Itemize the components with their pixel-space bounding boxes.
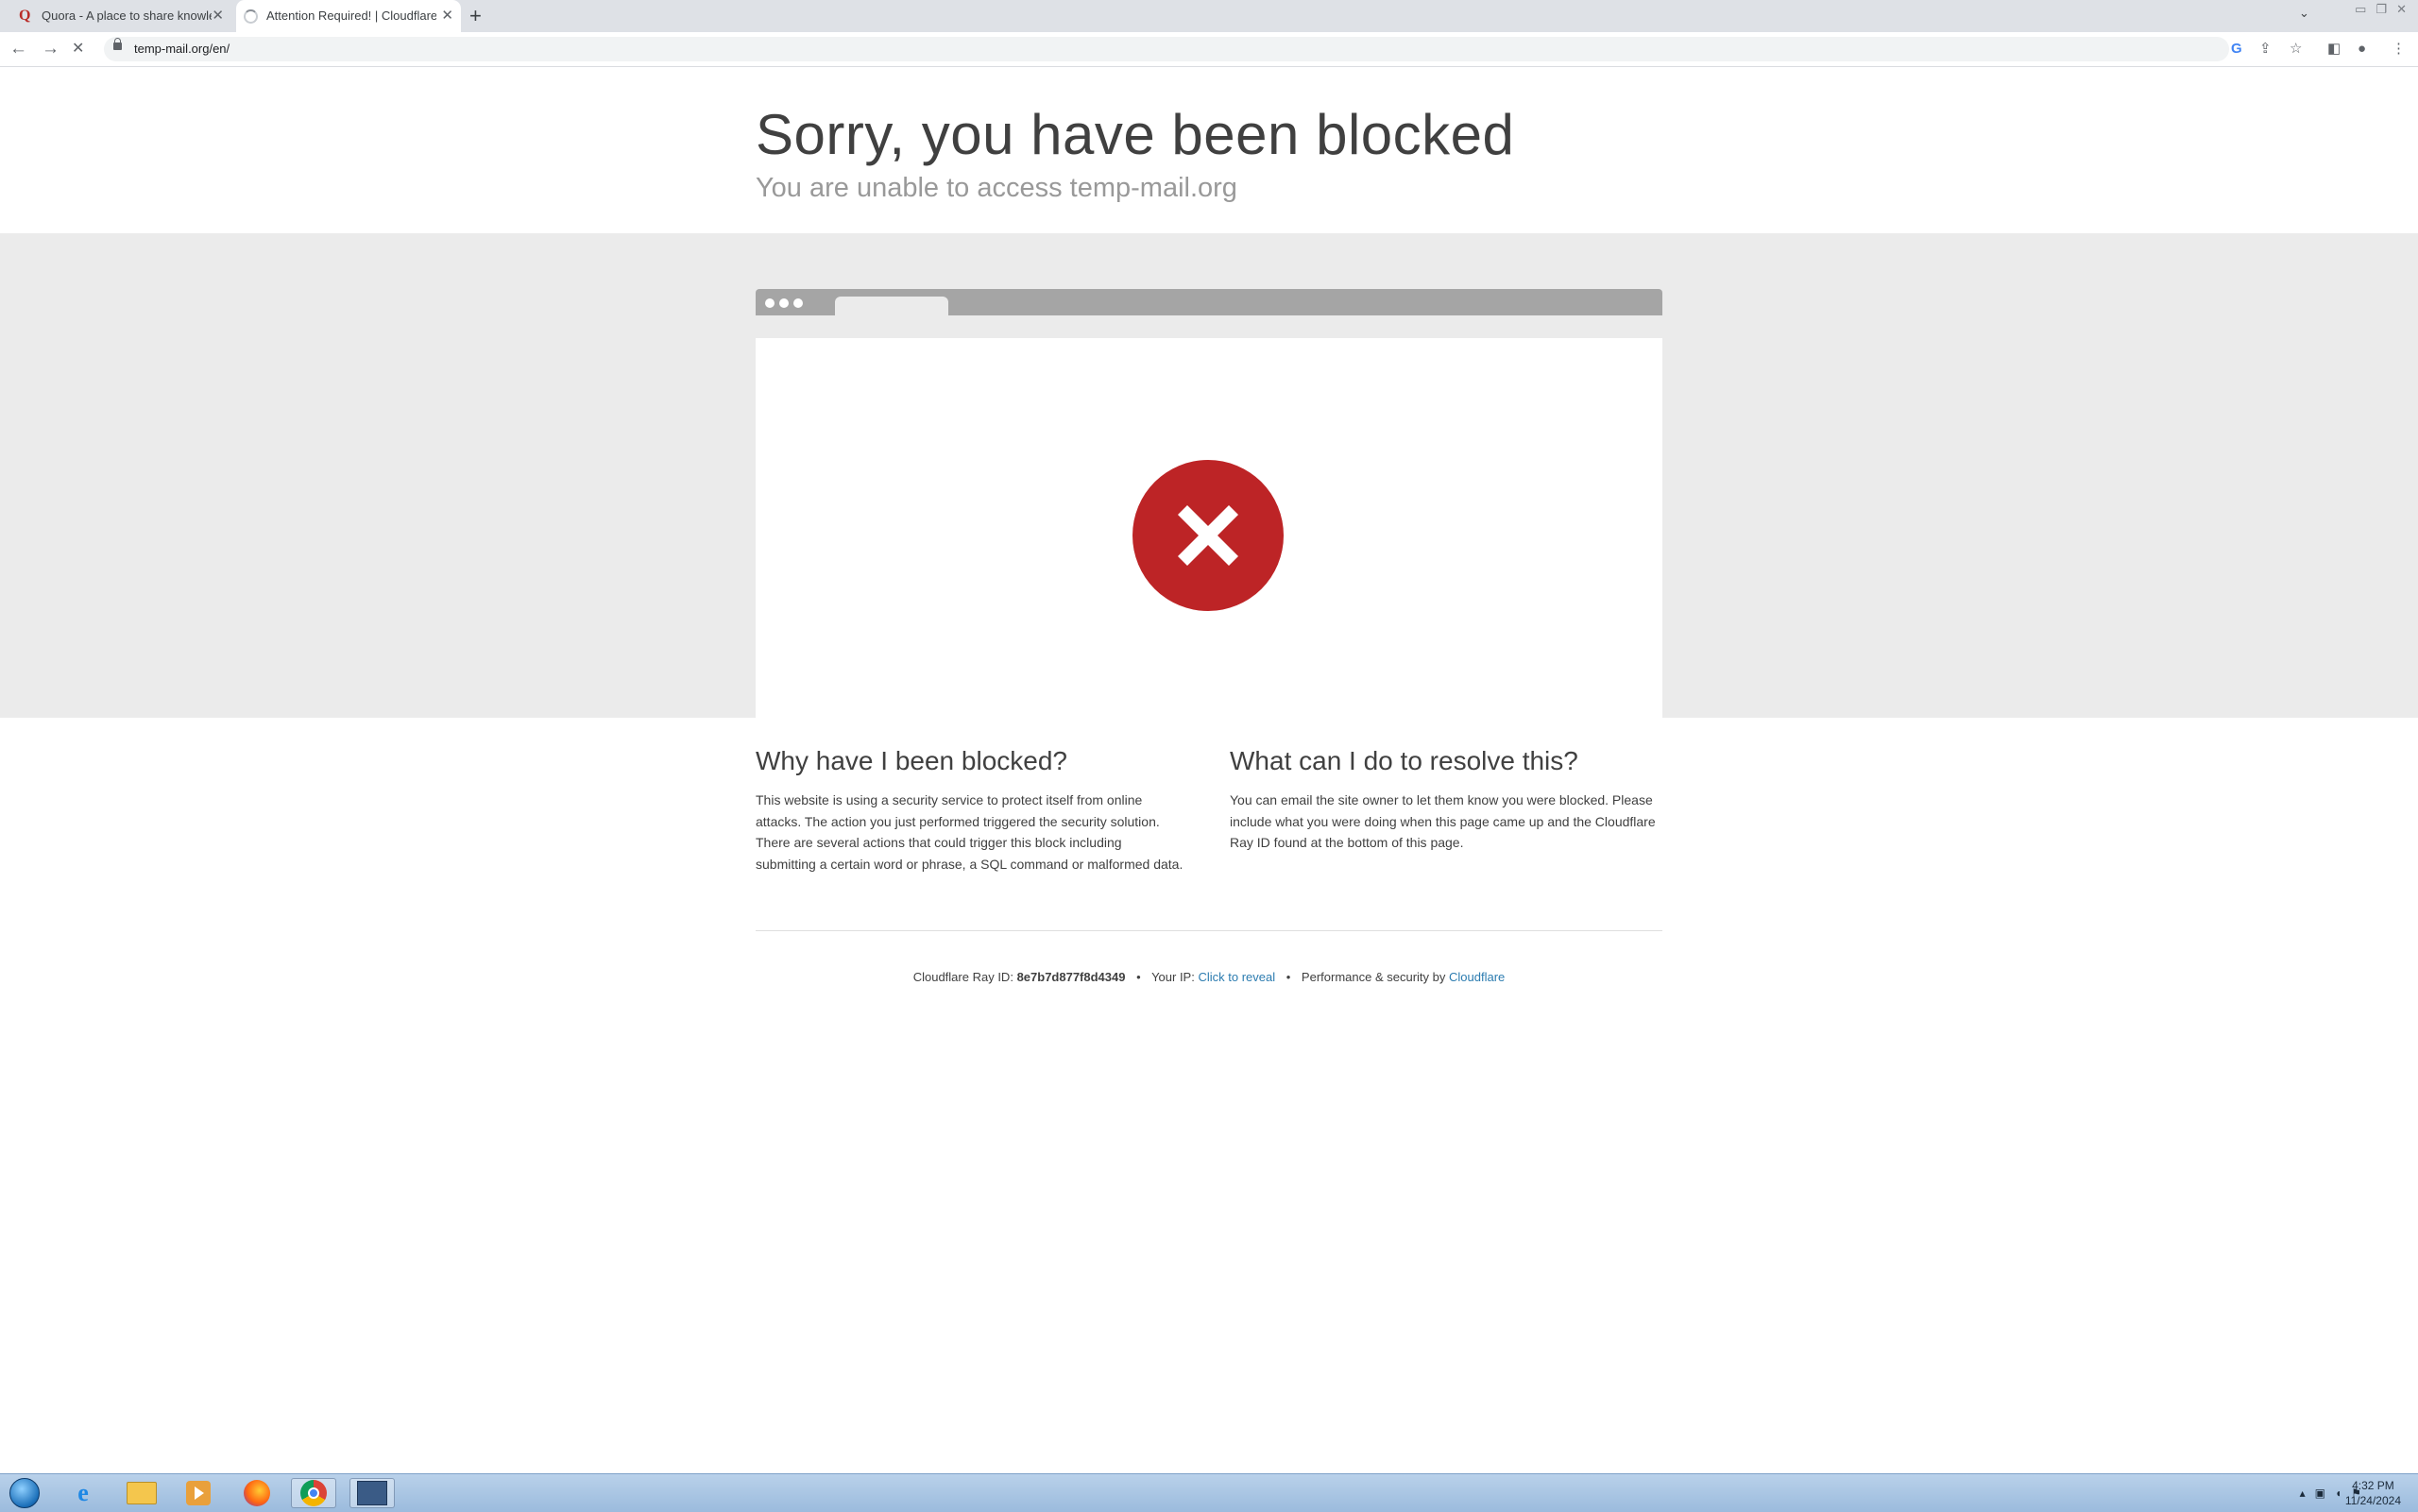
tab-search-chevron-icon[interactable]: ⌄	[2299, 6, 2309, 21]
resolve-section: What can I do to resolve this? You can e…	[1230, 746, 1662, 854]
page-title: Sorry, you have been blocked	[756, 103, 1515, 166]
back-arrow-icon[interactable]: ←	[9, 32, 27, 66]
window-dot	[793, 298, 803, 308]
browser-illustration-bar	[756, 289, 1662, 315]
firefox-icon	[244, 1480, 270, 1506]
tab-title: Quora - A place to share knowle...	[42, 8, 212, 23]
cloudflare-footer: Cloudflare Ray ID: 8e7b7d877f8d4349 • Yo…	[0, 970, 2418, 984]
tab-strip: Q Quora - A place to share knowle... ✕ A…	[0, 0, 2418, 32]
resolve-heading: What can I do to resolve this?	[1230, 746, 1578, 775]
ray-id-label: Cloudflare Ray ID:	[912, 970, 1013, 984]
resolve-text: You can email the site owner to let them…	[1230, 792, 1656, 850]
taskbar-clock[interactable]: 4:32 PM 11/24/2024	[2345, 1478, 2401, 1508]
page-header: Sorry, you have been blocked You are una…	[756, 102, 1514, 204]
stop-loading-icon[interactable]: ✕	[72, 32, 84, 66]
folder-icon	[127, 1482, 157, 1504]
window-controls: ▭ ❐ ✕	[2355, 0, 2418, 19]
taskbar-file-explorer[interactable]	[119, 1478, 164, 1508]
side-panel-icon[interactable]: ◧	[2327, 32, 2341, 66]
close-tab-icon[interactable]: ✕	[441, 0, 453, 32]
ray-id-value: 8e7b7d877f8d4349	[1016, 970, 1126, 984]
lock-icon[interactable]	[113, 38, 122, 50]
taskbar-chrome[interactable]	[291, 1478, 336, 1508]
tray-expand-icon[interactable]: ▴	[2300, 1487, 2306, 1500]
share-icon[interactable]: ⇪	[2259, 32, 2272, 66]
window-dot	[765, 298, 775, 308]
footer-bullet: •	[1286, 970, 1291, 984]
windows-taskbar: e ▴ ▣ ◖ ⚑ 4:32 PM 11/24/2024	[0, 1473, 2418, 1512]
bookmark-star-icon[interactable]: ☆	[2290, 32, 2302, 66]
quora-icon: Q	[19, 8, 31, 24]
google-lens-icon[interactable]: G	[2231, 32, 2242, 66]
address-bar[interactable]: temp-mail.org/en/	[104, 37, 2229, 61]
window-dot	[779, 298, 789, 308]
url-text[interactable]: temp-mail.org/en/	[134, 37, 230, 61]
clock-date: 11/24/2024	[2344, 1494, 2401, 1507]
footer-bullet: •	[1136, 970, 1141, 984]
windows-start-icon	[9, 1478, 40, 1508]
taskbar-internet-explorer[interactable]: e	[60, 1478, 106, 1508]
loading-spinner-icon	[244, 9, 259, 25]
internet-explorer-icon: e	[77, 1479, 89, 1506]
why-blocked-text: This website is using a security service…	[756, 792, 1183, 872]
new-tab-button[interactable]: +	[469, 0, 482, 32]
minimize-icon[interactable]: ▭	[2355, 2, 2366, 17]
blocked-x-icon	[1132, 460, 1284, 611]
tab-title: Attention Required! | Cloudflare	[266, 8, 436, 23]
browser-toolbar: ← → ✕ temp-mail.org/en/ G ⇪ ☆ ◧ ● ⋮	[0, 32, 2418, 67]
performance-label: Performance & security by	[1301, 970, 1446, 984]
profile-avatar-icon[interactable]: ●	[2358, 32, 2366, 66]
forward-arrow-icon[interactable]: →	[42, 32, 60, 66]
tab-cloudflare[interactable]: Attention Required! | Cloudflare ✕	[236, 0, 461, 32]
start-button[interactable]	[2, 1478, 47, 1508]
browser-illustration-tab	[835, 297, 948, 315]
cloudflare-link[interactable]: Cloudflare	[1449, 970, 1505, 984]
chrome-icon	[300, 1480, 327, 1506]
ip-label: Your IP:	[1151, 970, 1195, 984]
network-icon[interactable]: ▣	[2315, 1487, 2325, 1500]
tab-quora[interactable]: Q Quora - A place to share knowle... ✕	[0, 0, 231, 32]
monitor-icon	[357, 1481, 387, 1505]
menu-kebab-icon[interactable]: ⋮	[2392, 32, 2406, 66]
reveal-ip-link[interactable]: Click to reveal	[1198, 970, 1275, 984]
taskbar-media-player[interactable]	[176, 1478, 221, 1508]
restore-icon[interactable]: ❐	[2375, 2, 2387, 17]
footer-divider	[756, 930, 1662, 931]
taskbar-firefox[interactable]	[234, 1478, 280, 1508]
taskbar-remote-desktop[interactable]	[349, 1478, 395, 1508]
close-tab-icon[interactable]: ✕	[212, 0, 224, 32]
volume-icon[interactable]: ◖	[2335, 1487, 2341, 1500]
why-blocked-heading: Why have I been blocked?	[756, 746, 1067, 775]
page-subtitle: You are unable to access temp-mail.org	[756, 173, 1237, 203]
why-blocked-section: Why have I been blocked? This website is…	[756, 746, 1185, 875]
close-window-icon[interactable]: ✕	[2396, 2, 2407, 17]
clock-time: 4:32 PM	[2352, 1479, 2394, 1492]
media-player-icon	[186, 1481, 211, 1505]
